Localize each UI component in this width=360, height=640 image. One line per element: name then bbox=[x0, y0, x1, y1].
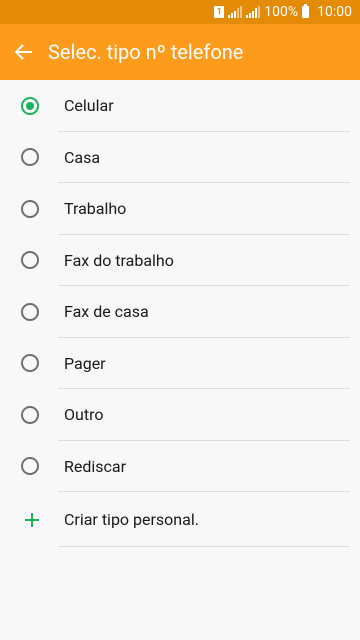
status-bar: 1 100% 10:00 bbox=[0, 0, 360, 24]
radio-button[interactable] bbox=[21, 148, 39, 167]
option-label: Pager bbox=[64, 353, 106, 373]
app-bar: Selec. tipo nº telefone bbox=[0, 24, 360, 80]
radio-button[interactable] bbox=[21, 457, 39, 476]
option-trabalho[interactable]: Trabalho bbox=[0, 183, 360, 235]
option-label: Celular bbox=[64, 96, 114, 116]
option-outro[interactable]: Outro bbox=[0, 389, 360, 441]
option-fax-casa[interactable]: Fax de casa bbox=[0, 286, 360, 338]
radio-button[interactable] bbox=[21, 302, 39, 321]
page-title: Selec. tipo nº telefone bbox=[48, 40, 244, 64]
sim-icon: 1 bbox=[214, 6, 225, 18]
option-label: Outro bbox=[64, 405, 104, 425]
option-pager[interactable]: Pager bbox=[0, 338, 360, 389]
arrow-left-icon bbox=[15, 44, 32, 60]
signal-icon bbox=[228, 6, 243, 18]
option-label: Casa bbox=[64, 147, 101, 167]
radio-button[interactable] bbox=[21, 199, 39, 218]
plus-icon bbox=[25, 512, 39, 527]
option-celular[interactable]: Celular bbox=[0, 80, 360, 132]
option-casa[interactable]: Casa bbox=[0, 132, 360, 183]
radio-button[interactable] bbox=[21, 354, 39, 373]
option-label: Fax do trabalho bbox=[64, 250, 174, 270]
option-label: Fax de casa bbox=[64, 302, 149, 322]
radio-button[interactable] bbox=[21, 405, 39, 424]
battery-icon bbox=[302, 4, 310, 18]
clock: 10:00 bbox=[317, 4, 352, 20]
phone-type-list: Celular Casa Trabalho Fax do trabalho Fa… bbox=[0, 80, 360, 547]
option-fax-trabalho[interactable]: Fax do trabalho bbox=[0, 235, 360, 286]
battery-percent: 100% bbox=[264, 4, 299, 20]
create-custom-type-button[interactable]: Criar tipo personal. bbox=[0, 492, 360, 547]
signal-icon-secondary bbox=[246, 6, 261, 18]
option-label: Trabalho bbox=[64, 199, 127, 219]
option-label: Rediscar bbox=[64, 456, 127, 476]
back-button[interactable] bbox=[0, 24, 48, 80]
option-rediscar[interactable]: Rediscar bbox=[0, 441, 360, 492]
divider bbox=[58, 546, 350, 547]
create-custom-label: Criar tipo personal. bbox=[64, 510, 199, 529]
radio-button[interactable] bbox=[21, 96, 39, 115]
radio-button[interactable] bbox=[21, 251, 39, 270]
